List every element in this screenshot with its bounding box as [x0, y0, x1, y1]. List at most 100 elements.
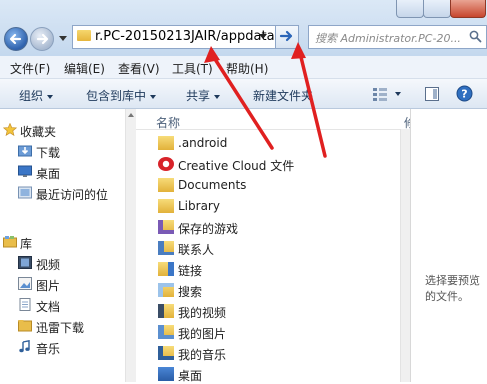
file-row[interactable]: 我的图片2	[136, 322, 414, 342]
nav-item-label: 文档	[36, 300, 61, 314]
organize-button[interactable]: 组织	[19, 87, 54, 104]
nav-libraries[interactable]: 库	[0, 233, 125, 251]
file-name: 我的音乐	[178, 348, 227, 362]
file-name: Library	[178, 199, 220, 213]
address-path[interactable]: r.PC-20150213JAIR/appdata	[95, 29, 275, 44]
desktop-icon	[18, 165, 32, 177]
file-row[interactable]: .android2	[136, 133, 414, 153]
chevron-down-icon	[150, 94, 157, 99]
links-icon	[158, 262, 174, 276]
back-button[interactable]	[4, 27, 28, 51]
file-name: 保存的游戏	[178, 222, 239, 236]
forward-button[interactable]	[30, 27, 54, 51]
file-name: 我的视频	[178, 306, 227, 320]
documents-icon	[19, 298, 31, 311]
search-box[interactable]: 搜索 Administrator.PC-20...	[308, 25, 487, 49]
chevron-down-icon	[47, 94, 54, 99]
go-arrow-icon	[279, 30, 293, 42]
command-toolbar: 组织 包含到库中 共享 新建文件夹 ?	[0, 79, 487, 109]
pictures-icon	[158, 325, 174, 339]
star-icon	[3, 123, 17, 136]
include-in-library-label: 包含到库中	[86, 89, 147, 103]
file-row[interactable]: 桌面2	[136, 364, 414, 384]
menu-view[interactable]: 查看(V)	[118, 60, 160, 77]
share-button[interactable]: 共享	[186, 87, 221, 104]
file-row[interactable]: 链接2	[136, 259, 414, 279]
creative-cloud-icon	[158, 157, 174, 171]
address-bar[interactable]: r.PC-20150213JAIR/appdata	[72, 25, 276, 49]
new-folder-button[interactable]: 新建文件夹	[253, 87, 313, 104]
nav-item-thunder-downloads[interactable]: 迅雷下载	[0, 317, 125, 335]
searches-icon	[158, 283, 174, 297]
pictures-icon	[18, 277, 32, 290]
nav-scrollbar[interactable]	[125, 109, 136, 382]
menu-tools[interactable]: 工具(T)	[172, 60, 213, 77]
music-icon	[158, 346, 174, 360]
contacts-icon	[158, 241, 174, 255]
nav-favorites[interactable]: 收藏夹	[0, 121, 125, 139]
nav-item-downloads[interactable]: 下载	[0, 142, 125, 160]
file-name: 我的图片	[178, 327, 227, 341]
scroll-up-icon[interactable]	[128, 113, 134, 117]
recent-pages-dropdown[interactable]	[59, 36, 67, 41]
music-icon	[19, 340, 30, 353]
preview-pane-icon[interactable]	[424, 86, 440, 102]
folder-icon	[77, 30, 91, 41]
menu-help[interactable]: 帮助(H)	[226, 60, 268, 77]
desktop-icon	[158, 367, 174, 381]
nav-item-label: 最近访问的位	[36, 188, 109, 202]
menu-file[interactable]: 文件(F)	[10, 60, 50, 77]
nav-item-label: 下载	[36, 146, 61, 160]
nav-item-documents[interactable]: 文档	[0, 296, 125, 314]
nav-favorites-label: 收藏夹	[20, 125, 57, 139]
file-row[interactable]: 保存的游戏2	[136, 217, 414, 237]
folder-icon	[18, 320, 32, 332]
file-list: 名称 修 .android2Creative Cloud 文件2Document…	[136, 109, 416, 384]
view-options-icon[interactable]	[372, 86, 392, 102]
minimize-button[interactable]	[396, 0, 424, 18]
column-name-header[interactable]: 名称	[156, 114, 180, 131]
file-row[interactable]: Library2	[136, 196, 414, 216]
file-name: 桌面	[178, 369, 203, 383]
nav-item-pictures[interactable]: 图片	[0, 275, 125, 293]
menu-edit[interactable]: 编辑(E)	[64, 60, 105, 77]
share-label: 共享	[186, 89, 211, 103]
svg-text:?: ?	[461, 88, 467, 101]
file-row[interactable]: 我的视频2	[136, 301, 414, 321]
title-address-bar: r.PC-20150213JAIR/appdata 搜索 Administrat…	[0, 0, 487, 56]
nav-item-label: 迅雷下载	[36, 321, 85, 335]
file-row[interactable]: 联系人2	[136, 238, 414, 258]
search-placeholder: 搜索 Administrator.PC-20...	[315, 32, 461, 45]
help-icon[interactable]: ?	[456, 85, 473, 102]
videos-icon	[158, 304, 174, 318]
maximize-button[interactable]	[423, 0, 451, 18]
preview-pane: 选择要预览的文件。	[410, 109, 487, 382]
navigation-pane: 收藏夹 下载 桌面 最近访问的位 库 视频 图片 文档 迅雷下载 音乐	[0, 109, 130, 382]
include-in-library-button[interactable]: 包含到库中	[86, 87, 157, 104]
file-row[interactable]: 我的音乐2	[136, 343, 414, 363]
file-name: Documents	[178, 178, 247, 192]
folder-icon	[158, 199, 174, 213]
nav-item-label: 桌面	[36, 167, 61, 181]
nav-item-desktop[interactable]: 桌面	[0, 163, 125, 181]
videos-icon	[18, 256, 32, 269]
file-name: 搜索	[178, 285, 203, 299]
chevron-down-icon	[214, 94, 221, 99]
organize-label: 组织	[19, 89, 44, 103]
saved-games-icon	[158, 220, 174, 234]
nav-item-recent-places[interactable]: 最近访问的位	[0, 184, 125, 202]
file-row[interactable]: Documents2	[136, 175, 414, 195]
view-dropdown-icon[interactable]	[395, 92, 401, 96]
nav-item-label: 音乐	[36, 342, 61, 356]
nav-item-music[interactable]: 音乐	[0, 338, 125, 356]
file-row[interactable]: Creative Cloud 文件2	[136, 154, 414, 174]
close-button[interactable]	[450, 0, 486, 18]
address-dropdown-button[interactable]	[255, 25, 271, 47]
go-button[interactable]	[275, 25, 299, 49]
file-row[interactable]: 搜索2	[136, 280, 414, 300]
library-icon	[3, 236, 17, 248]
folder-icon	[158, 178, 174, 192]
nav-item-videos[interactable]: 视频	[0, 254, 125, 272]
nav-item-label: 视频	[36, 258, 61, 272]
search-icon[interactable]	[469, 30, 482, 43]
